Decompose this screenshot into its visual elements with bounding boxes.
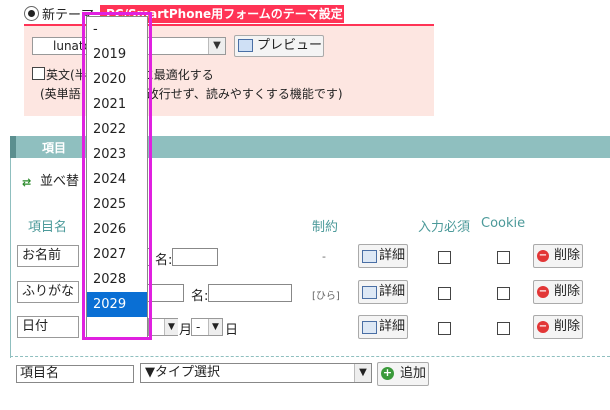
sort-button[interactable]: 並べ替 (20, 172, 90, 192)
column-header-constraint: 制約 (312, 220, 339, 235)
items-section-title: 項目 (42, 141, 67, 155)
row-mid-label: 名: (155, 253, 173, 268)
cookie-checkbox[interactable] (497, 322, 510, 335)
required-checkbox[interactable] (438, 287, 451, 300)
window-icon (362, 286, 377, 299)
row-mid-label: 名: (191, 289, 209, 304)
chevron-down-icon[interactable]: ▼ (208, 319, 222, 335)
required-checkbox[interactable] (438, 251, 451, 264)
cookie-checkbox[interactable] (497, 287, 510, 300)
last-name-input[interactable] (172, 248, 218, 266)
english-optimize-checkbox[interactable] (32, 67, 45, 80)
window-icon (362, 321, 377, 334)
row-label-name: お名前 (17, 245, 79, 267)
new-item-name-input[interactable]: 項目名 (16, 365, 134, 383)
items-header-accent (10, 136, 16, 158)
row-label-furigana: ふりがな (17, 281, 79, 303)
type-select[interactable]: ▼タイプ選択 (140, 363, 372, 383)
column-header-name: 項目名 (28, 220, 68, 235)
minus-circle-icon: − (537, 321, 549, 333)
cookie-checkbox[interactable] (497, 251, 510, 264)
required-checkbox[interactable] (438, 322, 451, 335)
chevron-down-icon[interactable]: ▼ (164, 319, 178, 335)
minus-circle-icon: − (537, 286, 549, 298)
constraint-value: - (322, 250, 326, 263)
day-unit: 日 (225, 323, 239, 338)
chevron-down-icon[interactable]: ▼ (354, 364, 371, 382)
divider (10, 356, 610, 357)
row-label-date: 日付 (17, 316, 79, 338)
furigana-last-input[interactable] (208, 284, 292, 302)
theme-radio[interactable] (24, 6, 39, 21)
highlight-box (82, 12, 152, 340)
window-icon (238, 39, 253, 52)
window-icon (362, 250, 377, 263)
constraint-value: [ひら] (312, 291, 340, 302)
minus-circle-icon: − (537, 250, 549, 262)
plus-circle-icon: + (381, 366, 394, 380)
chevron-down-icon[interactable]: ▼ (208, 38, 225, 54)
column-header-cookie: Cookie (481, 216, 526, 231)
column-header-required: 入力必須 (418, 220, 471, 235)
